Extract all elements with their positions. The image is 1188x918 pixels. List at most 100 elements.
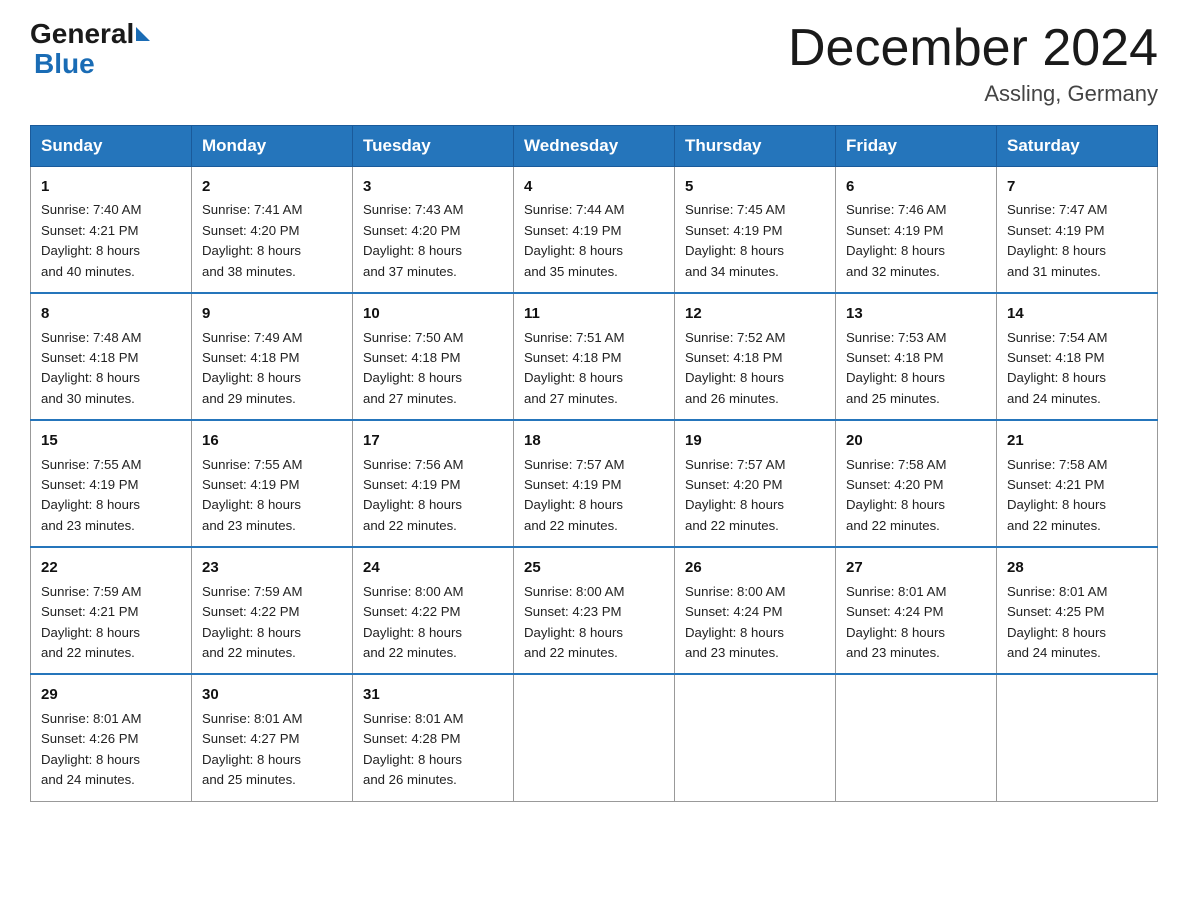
weekday-header-row: SundayMondayTuesdayWednesdayThursdayFrid… [31, 126, 1158, 167]
cell-details: Sunrise: 7:40 AM Sunset: 4:21 PM Dayligh… [41, 200, 181, 282]
cell-details: Sunrise: 8:00 AM Sunset: 4:23 PM Dayligh… [524, 582, 664, 664]
calendar-cell: 10 Sunrise: 7:50 AM Sunset: 4:18 PM Dayl… [353, 293, 514, 420]
logo-blue-text: Blue [34, 48, 95, 79]
calendar-cell: 3 Sunrise: 7:43 AM Sunset: 4:20 PM Dayli… [353, 167, 514, 294]
logo-general-text: General [30, 20, 134, 48]
week-row-3: 15 Sunrise: 7:55 AM Sunset: 4:19 PM Dayl… [31, 420, 1158, 547]
cell-details: Sunrise: 7:57 AM Sunset: 4:20 PM Dayligh… [685, 455, 825, 537]
cell-details: Sunrise: 7:58 AM Sunset: 4:21 PM Dayligh… [1007, 455, 1147, 537]
calendar-cell: 15 Sunrise: 7:55 AM Sunset: 4:19 PM Dayl… [31, 420, 192, 547]
day-number: 10 [363, 302, 503, 325]
cell-details: Sunrise: 7:49 AM Sunset: 4:18 PM Dayligh… [202, 328, 342, 410]
calendar-cell: 21 Sunrise: 7:58 AM Sunset: 4:21 PM Dayl… [997, 420, 1158, 547]
cell-details: Sunrise: 8:01 AM Sunset: 4:26 PM Dayligh… [41, 709, 181, 791]
cell-details: Sunrise: 7:48 AM Sunset: 4:18 PM Dayligh… [41, 328, 181, 410]
calendar-cell [514, 674, 675, 801]
weekday-header-sunday: Sunday [31, 126, 192, 167]
cell-details: Sunrise: 7:43 AM Sunset: 4:20 PM Dayligh… [363, 200, 503, 282]
day-number: 20 [846, 429, 986, 452]
weekday-header-friday: Friday [836, 126, 997, 167]
calendar-cell: 14 Sunrise: 7:54 AM Sunset: 4:18 PM Dayl… [997, 293, 1158, 420]
cell-details: Sunrise: 7:53 AM Sunset: 4:18 PM Dayligh… [846, 328, 986, 410]
calendar-cell: 23 Sunrise: 7:59 AM Sunset: 4:22 PM Dayl… [192, 547, 353, 674]
cell-details: Sunrise: 8:01 AM Sunset: 4:28 PM Dayligh… [363, 709, 503, 791]
location-title: Assling, Germany [788, 81, 1158, 107]
cell-details: Sunrise: 7:54 AM Sunset: 4:18 PM Dayligh… [1007, 328, 1147, 410]
calendar-cell [836, 674, 997, 801]
cell-details: Sunrise: 7:56 AM Sunset: 4:19 PM Dayligh… [363, 455, 503, 537]
day-number: 11 [524, 302, 664, 325]
calendar-cell: 30 Sunrise: 8:01 AM Sunset: 4:27 PM Dayl… [192, 674, 353, 801]
day-number: 26 [685, 556, 825, 579]
day-number: 7 [1007, 175, 1147, 198]
day-number: 13 [846, 302, 986, 325]
day-number: 21 [1007, 429, 1147, 452]
day-number: 16 [202, 429, 342, 452]
weekday-header-tuesday: Tuesday [353, 126, 514, 167]
cell-details: Sunrise: 7:52 AM Sunset: 4:18 PM Dayligh… [685, 328, 825, 410]
cell-details: Sunrise: 7:57 AM Sunset: 4:19 PM Dayligh… [524, 455, 664, 537]
cell-details: Sunrise: 8:01 AM Sunset: 4:25 PM Dayligh… [1007, 582, 1147, 664]
calendar-cell: 1 Sunrise: 7:40 AM Sunset: 4:21 PM Dayli… [31, 167, 192, 294]
calendar-cell: 25 Sunrise: 8:00 AM Sunset: 4:23 PM Dayl… [514, 547, 675, 674]
title-area: December 2024 Assling, Germany [788, 20, 1158, 107]
logo-area: General Blue [30, 20, 152, 80]
week-row-2: 8 Sunrise: 7:48 AM Sunset: 4:18 PM Dayli… [31, 293, 1158, 420]
logo-triangle-icon [136, 27, 150, 41]
day-number: 24 [363, 556, 503, 579]
calendar-cell [675, 674, 836, 801]
day-number: 28 [1007, 556, 1147, 579]
calendar-cell: 22 Sunrise: 7:59 AM Sunset: 4:21 PM Dayl… [31, 547, 192, 674]
day-number: 23 [202, 556, 342, 579]
cell-details: Sunrise: 7:47 AM Sunset: 4:19 PM Dayligh… [1007, 200, 1147, 282]
cell-details: Sunrise: 8:01 AM Sunset: 4:27 PM Dayligh… [202, 709, 342, 791]
day-number: 6 [846, 175, 986, 198]
cell-details: Sunrise: 7:55 AM Sunset: 4:19 PM Dayligh… [202, 455, 342, 537]
cell-details: Sunrise: 7:45 AM Sunset: 4:19 PM Dayligh… [685, 200, 825, 282]
calendar-cell: 18 Sunrise: 7:57 AM Sunset: 4:19 PM Dayl… [514, 420, 675, 547]
weekday-header-saturday: Saturday [997, 126, 1158, 167]
calendar-cell: 4 Sunrise: 7:44 AM Sunset: 4:19 PM Dayli… [514, 167, 675, 294]
cell-details: Sunrise: 7:46 AM Sunset: 4:19 PM Dayligh… [846, 200, 986, 282]
day-number: 17 [363, 429, 503, 452]
cell-details: Sunrise: 7:41 AM Sunset: 4:20 PM Dayligh… [202, 200, 342, 282]
week-row-5: 29 Sunrise: 8:01 AM Sunset: 4:26 PM Dayl… [31, 674, 1158, 801]
week-row-1: 1 Sunrise: 7:40 AM Sunset: 4:21 PM Dayli… [31, 167, 1158, 294]
day-number: 19 [685, 429, 825, 452]
day-number: 27 [846, 556, 986, 579]
page-header: General Blue December 2024 Assling, Germ… [30, 20, 1158, 107]
calendar-cell: 28 Sunrise: 8:01 AM Sunset: 4:25 PM Dayl… [997, 547, 1158, 674]
calendar-cell: 26 Sunrise: 8:00 AM Sunset: 4:24 PM Dayl… [675, 547, 836, 674]
cell-details: Sunrise: 7:44 AM Sunset: 4:19 PM Dayligh… [524, 200, 664, 282]
calendar-cell: 19 Sunrise: 7:57 AM Sunset: 4:20 PM Dayl… [675, 420, 836, 547]
weekday-header-monday: Monday [192, 126, 353, 167]
day-number: 1 [41, 175, 181, 198]
day-number: 3 [363, 175, 503, 198]
calendar-cell: 2 Sunrise: 7:41 AM Sunset: 4:20 PM Dayli… [192, 167, 353, 294]
calendar-cell: 20 Sunrise: 7:58 AM Sunset: 4:20 PM Dayl… [836, 420, 997, 547]
day-number: 8 [41, 302, 181, 325]
cell-details: Sunrise: 7:51 AM Sunset: 4:18 PM Dayligh… [524, 328, 664, 410]
day-number: 5 [685, 175, 825, 198]
cell-details: Sunrise: 7:55 AM Sunset: 4:19 PM Dayligh… [41, 455, 181, 537]
day-number: 22 [41, 556, 181, 579]
cell-details: Sunrise: 7:58 AM Sunset: 4:20 PM Dayligh… [846, 455, 986, 537]
week-row-4: 22 Sunrise: 7:59 AM Sunset: 4:21 PM Dayl… [31, 547, 1158, 674]
cell-details: Sunrise: 7:59 AM Sunset: 4:22 PM Dayligh… [202, 582, 342, 664]
day-number: 14 [1007, 302, 1147, 325]
cell-details: Sunrise: 7:50 AM Sunset: 4:18 PM Dayligh… [363, 328, 503, 410]
day-number: 31 [363, 683, 503, 706]
cell-details: Sunrise: 8:00 AM Sunset: 4:22 PM Dayligh… [363, 582, 503, 664]
calendar-cell: 24 Sunrise: 8:00 AM Sunset: 4:22 PM Dayl… [353, 547, 514, 674]
calendar-cell: 29 Sunrise: 8:01 AM Sunset: 4:26 PM Dayl… [31, 674, 192, 801]
calendar-cell: 6 Sunrise: 7:46 AM Sunset: 4:19 PM Dayli… [836, 167, 997, 294]
cell-details: Sunrise: 8:00 AM Sunset: 4:24 PM Dayligh… [685, 582, 825, 664]
day-number: 2 [202, 175, 342, 198]
weekday-header-wednesday: Wednesday [514, 126, 675, 167]
calendar-cell: 27 Sunrise: 8:01 AM Sunset: 4:24 PM Dayl… [836, 547, 997, 674]
calendar-cell [997, 674, 1158, 801]
calendar-cell: 17 Sunrise: 7:56 AM Sunset: 4:19 PM Dayl… [353, 420, 514, 547]
calendar-cell: 9 Sunrise: 7:49 AM Sunset: 4:18 PM Dayli… [192, 293, 353, 420]
day-number: 9 [202, 302, 342, 325]
calendar-cell: 11 Sunrise: 7:51 AM Sunset: 4:18 PM Dayl… [514, 293, 675, 420]
